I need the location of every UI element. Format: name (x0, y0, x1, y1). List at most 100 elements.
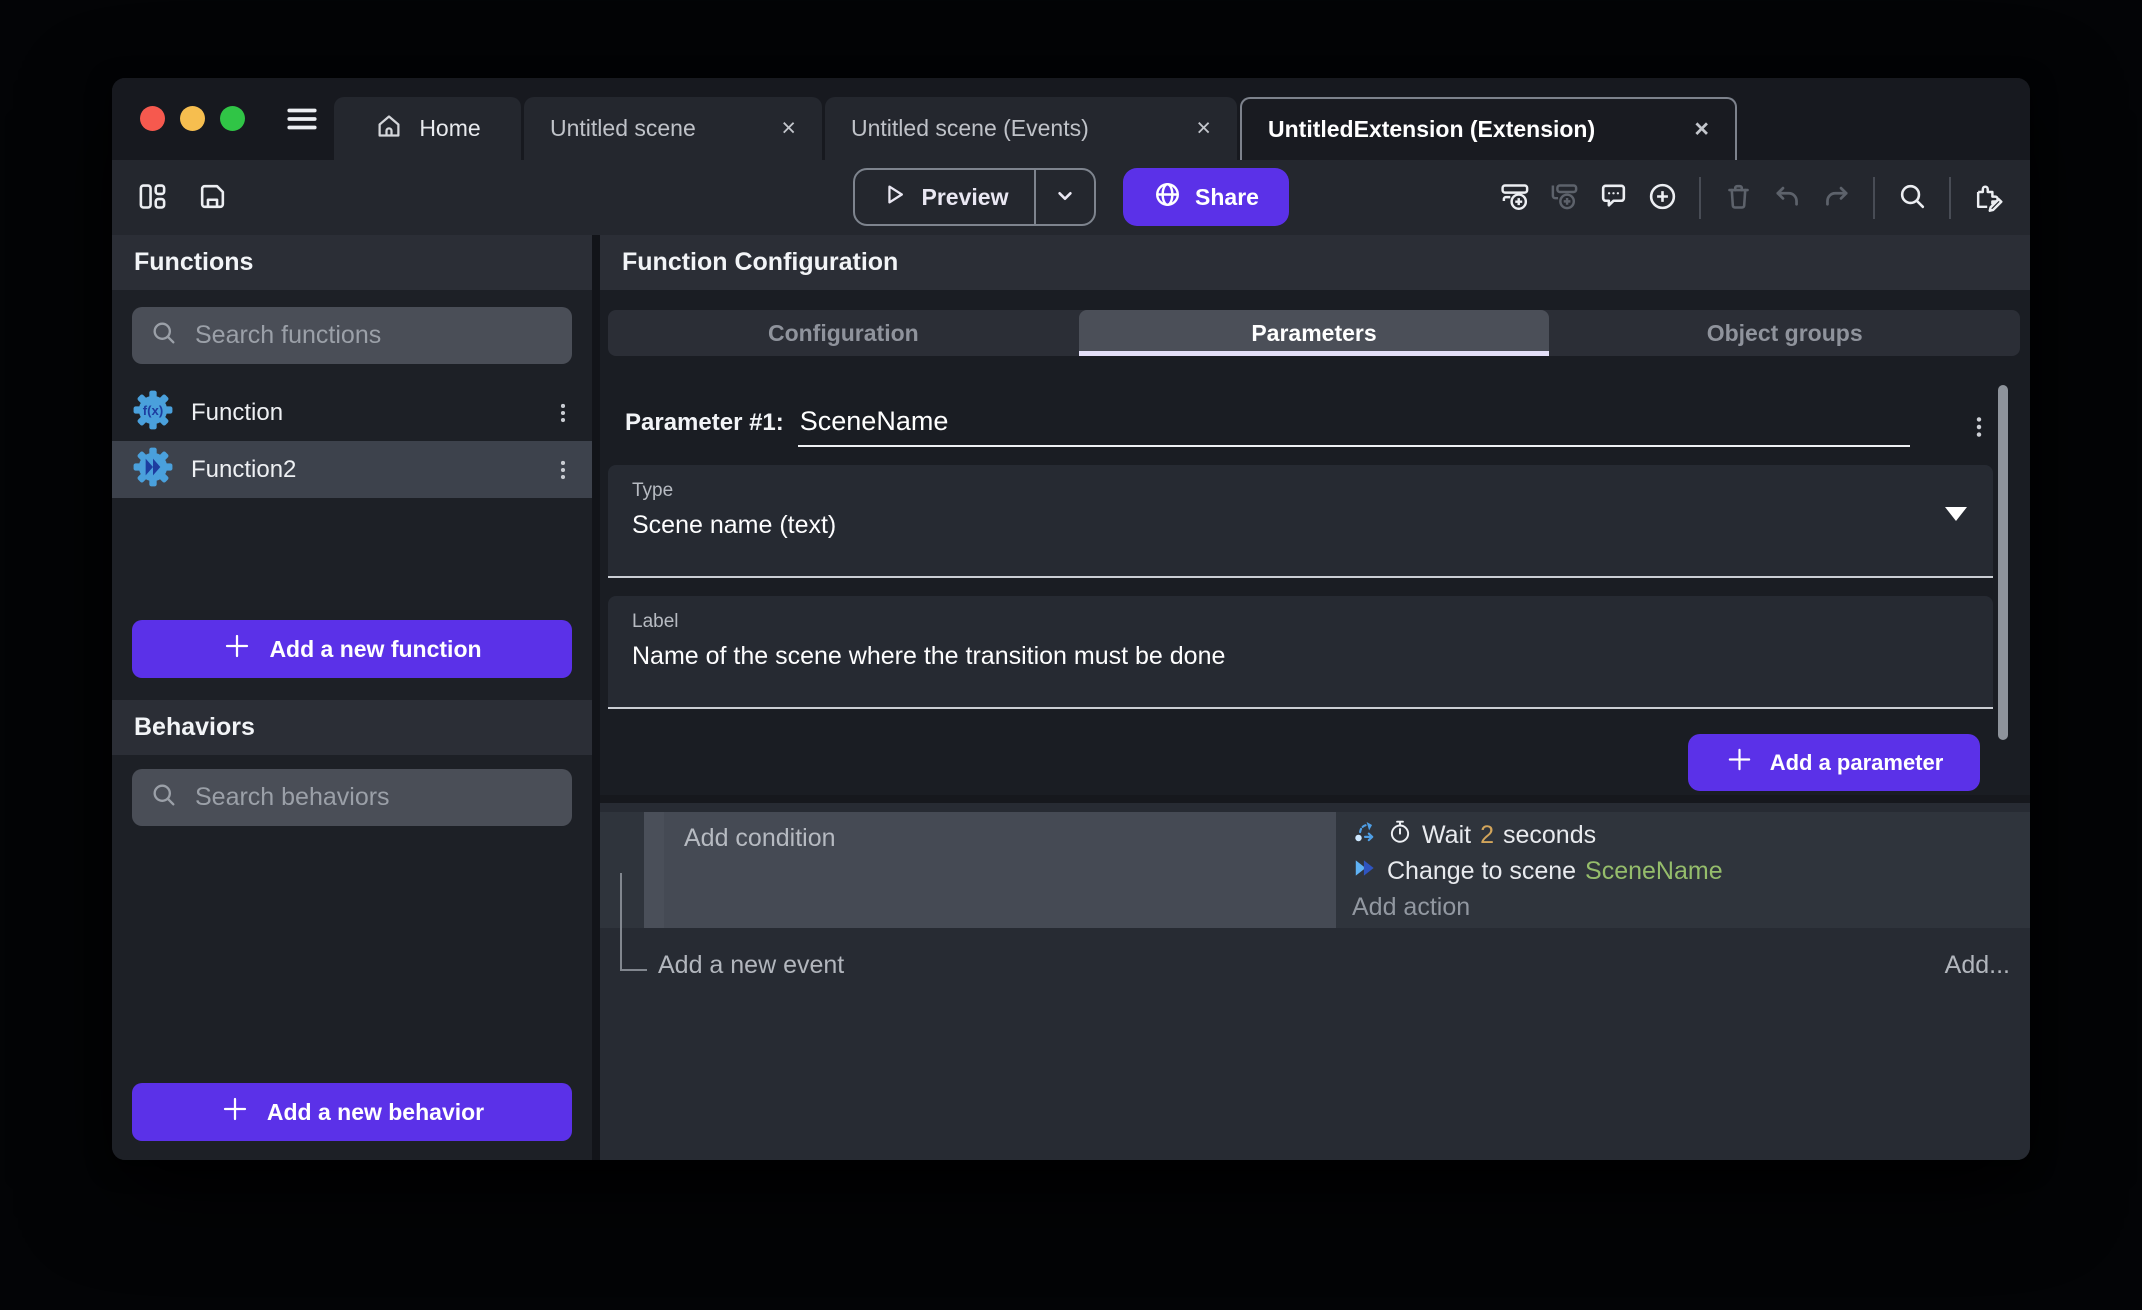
function-gear-fx-icon: f(x) (132, 389, 174, 436)
events-sheet: Add condition Wait 2 seconds (600, 803, 2030, 1160)
sidebar-spacer (112, 826, 592, 1083)
type-select-field[interactable]: Type Scene name (text) (608, 465, 1993, 578)
share-button[interactable]: Share (1123, 168, 1289, 226)
search-icon (150, 781, 178, 814)
behaviors-panel-header: Behaviors (112, 700, 592, 755)
tab-label: Object groups (1707, 320, 1863, 347)
function-gear-chevrons-icon (132, 446, 174, 493)
add-event-icon (1500, 181, 1531, 215)
add-more-link[interactable]: Add... (1945, 951, 2010, 980)
chevron-down-icon (1052, 183, 1078, 212)
event-row[interactable]: Add condition Wait 2 seconds (600, 812, 2030, 928)
close-icon[interactable]: × (1694, 117, 1709, 142)
kebab-menu-icon[interactable] (550, 457, 576, 483)
tab-label: Untitled scene (Events) (851, 115, 1089, 142)
add-button[interactable] (1640, 176, 1684, 220)
tab-configuration[interactable]: Configuration (608, 310, 1079, 356)
parameter-name-input[interactable] (798, 406, 1910, 447)
action-text: Wait (1422, 821, 1471, 850)
tab-label: Home (419, 115, 480, 142)
edit-extension-button[interactable] (1966, 176, 2010, 220)
add-action-link[interactable]: Add action (1352, 889, 2030, 925)
add-function-button[interactable]: Add a new function (132, 620, 572, 678)
main-menu-button[interactable] (280, 100, 324, 140)
redo-button[interactable] (1814, 176, 1858, 220)
event-drag-handle[interactable] (644, 812, 664, 928)
tab-untitled-scene[interactable]: Untitled scene × (524, 97, 822, 160)
save-button[interactable] (190, 176, 234, 220)
add-new-event-link[interactable]: Add a new event (658, 951, 844, 980)
event-actions[interactable]: Wait 2 seconds Change to scene SceneName (1336, 812, 2030, 928)
preview-button[interactable]: Preview (853, 168, 1096, 226)
label-field-value: Name of the scene where the transition m… (632, 642, 1969, 671)
function-item-label: Function2 (191, 456, 296, 484)
search-functions-box[interactable] (132, 307, 572, 364)
titlebar: Home Untitled scene × Untitled scene (Ev… (112, 78, 2030, 160)
kebab-menu-icon[interactable] (1965, 413, 1993, 441)
plus-circle-icon (1647, 181, 1678, 215)
trash-icon (1723, 181, 1754, 215)
plus-icon (220, 1094, 250, 1130)
search-events-button[interactable] (1890, 176, 1934, 220)
function-list-item[interactable]: f(x) Function (112, 384, 592, 441)
toolbar-left (130, 160, 234, 235)
plus-icon (1725, 745, 1754, 780)
tab-untitled-extension[interactable]: UntitledExtension (Extension) × (1240, 97, 1737, 160)
scrollbar[interactable] (1998, 385, 2008, 740)
globe-icon (1153, 180, 1182, 215)
zoom-window-button[interactable] (220, 106, 245, 131)
undo-icon (1772, 181, 1803, 215)
parameter-row: Parameter #1: (625, 406, 1993, 447)
search-behaviors-box[interactable] (132, 769, 572, 826)
tab-home[interactable]: Home (334, 97, 521, 160)
search-behaviors-input[interactable] (193, 782, 554, 813)
preview-options-button[interactable] (1036, 170, 1094, 224)
change-scene-action[interactable]: Change to scene SceneName (1352, 853, 2030, 889)
add-comment-button[interactable] (1591, 176, 1635, 220)
add-behavior-button[interactable]: Add a new behavior (132, 1083, 572, 1141)
page-title: Function Configuration (622, 248, 898, 277)
tab-parameters[interactable]: Parameters (1079, 310, 1550, 356)
action-value: 2 (1480, 821, 1494, 850)
close-icon[interactable]: × (1196, 116, 1211, 141)
function-configuration-panel: Configuration Parameters Object groups P… (600, 290, 2030, 795)
add-subevent-button[interactable] (1542, 176, 1586, 220)
type-field-label: Type (632, 480, 1969, 502)
functions-panel-header: Functions (112, 235, 592, 290)
label-field-label: Label (632, 611, 1969, 633)
hamburger-icon (283, 124, 321, 139)
home-icon (374, 111, 404, 147)
tab-label: Parameters (1251, 320, 1376, 347)
tab-label: Configuration (768, 320, 919, 347)
wait-action[interactable]: Wait 2 seconds (1352, 817, 2030, 853)
event-conditions[interactable]: Add condition (664, 812, 1336, 928)
configuration-tabs: Configuration Parameters Object groups (608, 310, 2020, 356)
label-text-field[interactable]: Label Name of the scene where the transi… (608, 596, 1993, 709)
add-parameter-button[interactable]: Add a parameter (1688, 734, 1980, 791)
minimize-window-button[interactable] (180, 106, 205, 131)
behaviors-header-label: Behaviors (134, 713, 255, 742)
tab-untitled-scene-events[interactable]: Untitled scene (Events) × (825, 97, 1237, 160)
kebab-menu-icon[interactable] (550, 400, 576, 426)
function2-list-item[interactable]: Function2 (112, 441, 592, 498)
tab-label: Untitled scene (550, 115, 696, 142)
toolbar-divider (1873, 177, 1875, 219)
functions-list: f(x) Function (112, 384, 592, 498)
toggle-panels-button[interactable] (130, 176, 174, 220)
undo-button[interactable] (1765, 176, 1809, 220)
svg-text:f(x): f(x) (143, 403, 163, 418)
add-condition-link[interactable]: Add condition (684, 824, 836, 852)
plus-icon (222, 631, 252, 667)
functions-header-label: Functions (134, 248, 253, 277)
search-functions-input[interactable] (193, 320, 554, 351)
stopwatch-icon (1387, 819, 1413, 852)
close-icon[interactable]: × (781, 116, 796, 141)
tab-object-groups[interactable]: Object groups (1549, 310, 2020, 356)
add-event-button[interactable] (1493, 176, 1537, 220)
close-window-button[interactable] (140, 106, 165, 131)
share-label: Share (1195, 184, 1259, 211)
delete-button[interactable] (1716, 176, 1760, 220)
toolbar-divider (1949, 177, 1951, 219)
comment-icon (1598, 181, 1629, 215)
redo-icon (1821, 181, 1852, 215)
